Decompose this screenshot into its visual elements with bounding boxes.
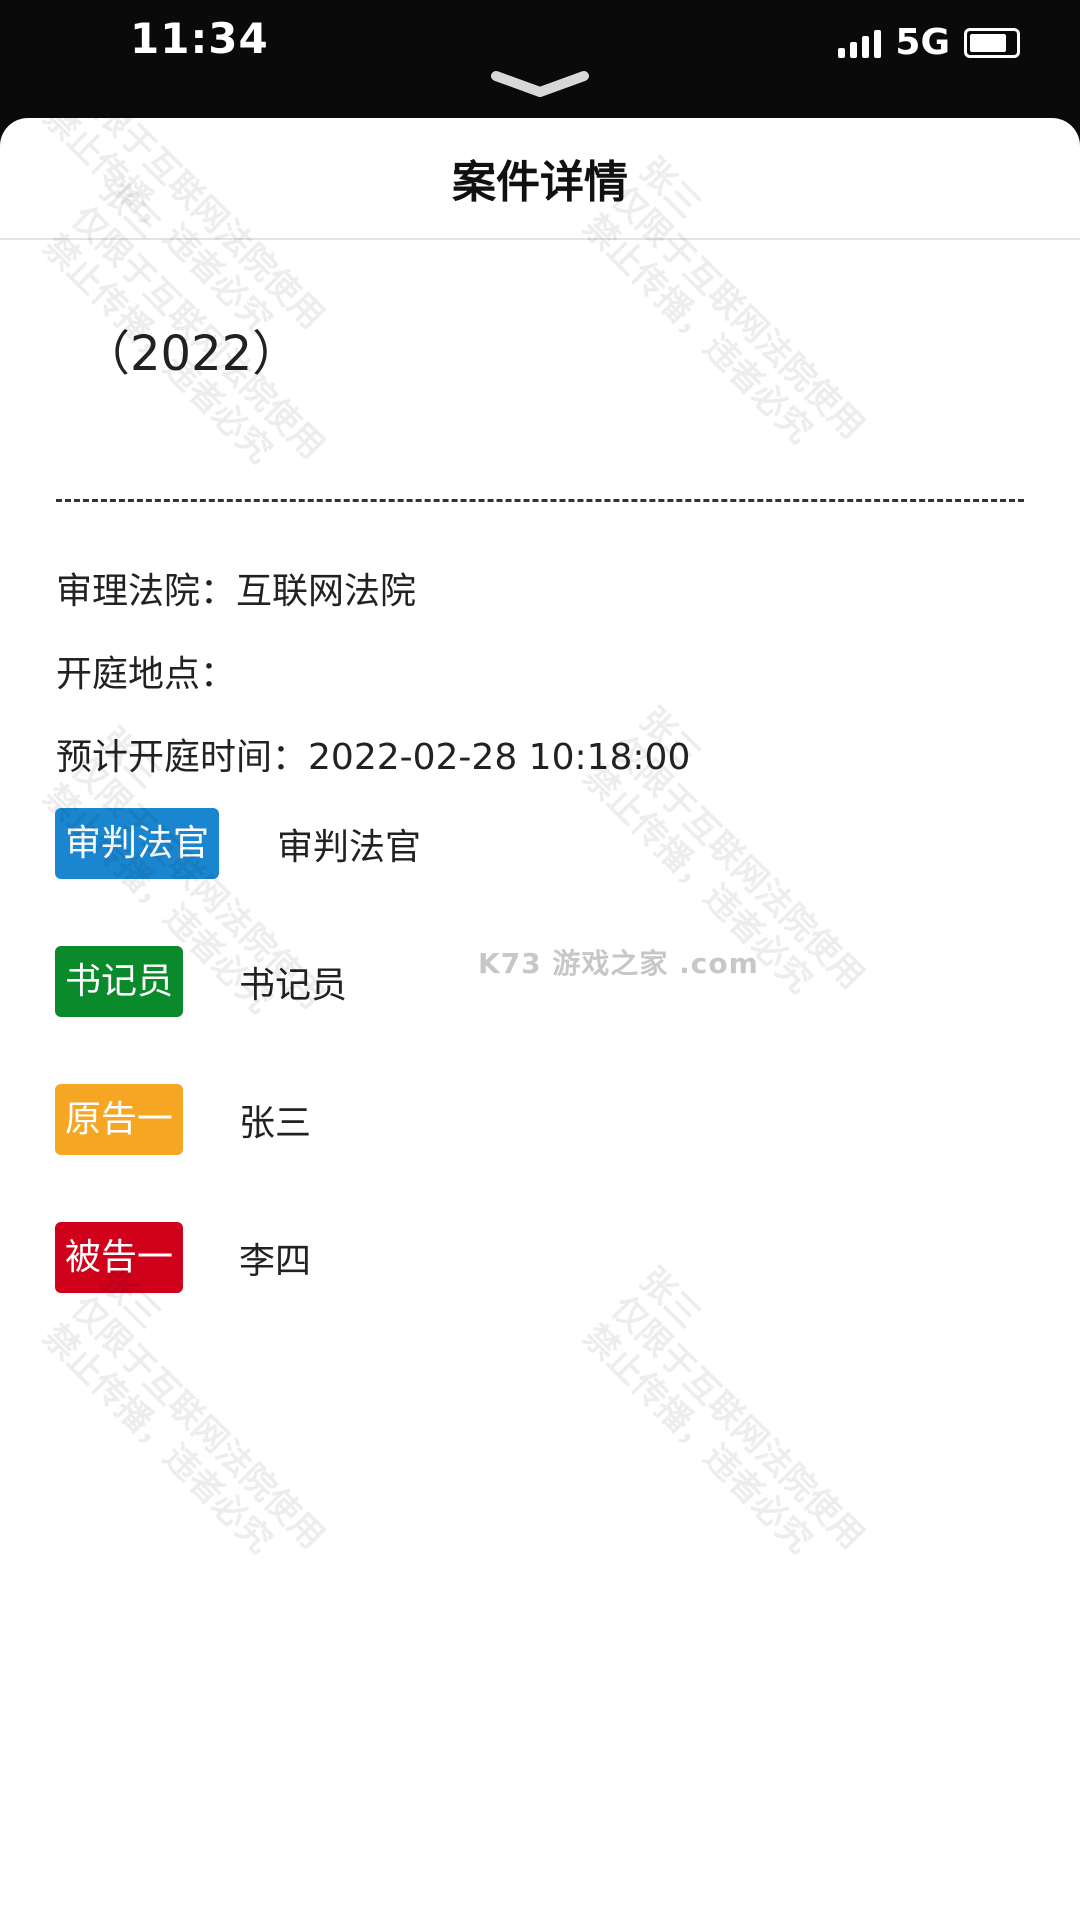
page-title: 案件详情 (452, 157, 628, 208)
site-logo: K73 游戏之家 .com (478, 947, 759, 980)
role-badge-plaintiff: 原告一 (55, 1084, 184, 1155)
place-row: 开庭地点： (56, 645, 236, 697)
status-indicators: 5G (838, 22, 1020, 63)
court-label: 审理法院： (56, 571, 237, 612)
court-row: 审理法院：互联网法院 (56, 562, 416, 614)
role-badge-clerk: 书记员 (55, 946, 184, 1017)
party-name-defendant: 李四 (239, 1240, 312, 1282)
status-time: 11:34 (130, 14, 269, 63)
signal-icon (838, 28, 882, 58)
chevron-down-icon[interactable] (490, 70, 590, 100)
party-name-judge: 审判法官 (277, 826, 422, 868)
network-type: 5G (895, 22, 950, 63)
party-row-plaintiff: 原告一 张三 (55, 1084, 311, 1155)
place-label: 开庭地点： (56, 654, 237, 695)
case-detail-sheet: 案件详情 （2022） 审理法院：互联网法院 开庭地点： 预计开庭时间：2022… (0, 118, 1080, 1920)
battery-icon (964, 27, 1020, 58)
party-name-plaintiff: 张三 (239, 1102, 312, 1144)
divider (56, 499, 1024, 502)
court-value: 互联网法院 (236, 571, 417, 612)
party-row-defendant: 被告一 李四 (55, 1222, 311, 1293)
